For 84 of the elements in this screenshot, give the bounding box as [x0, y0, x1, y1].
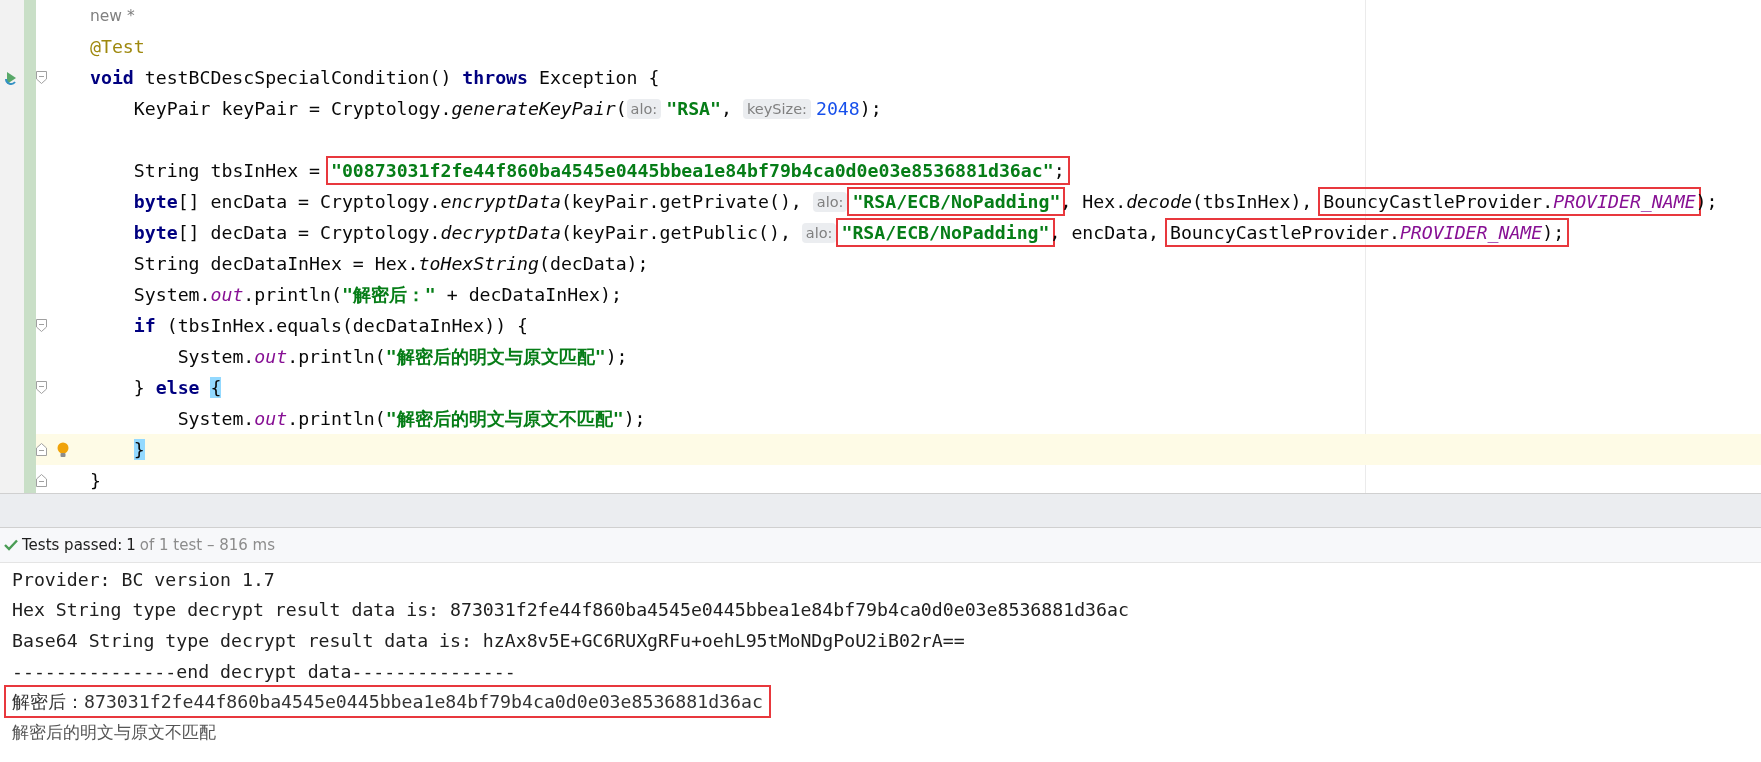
keyword: byte	[133, 191, 178, 212]
console-line: Hex String type decrypt result data is: 873031f2fe44f860ba4545e0445bbea1e84bf79b4ca0d0e03e8536881d36ac	[11, 598, 1130, 623]
keyword: if	[133, 315, 156, 336]
field-name: out	[254, 346, 288, 367]
code-text: KeyPair keyPair = Cryptology.	[133, 98, 452, 119]
code-text: .println(	[287, 346, 386, 367]
code-vision-hint: new *	[90, 6, 135, 25]
console-line: Base64 String type decrypt result data is: hzAx8v5E+GC6RUXgRFu+oehL95tMoNDgPoU2iB02rA==	[11, 629, 966, 653]
test-count: 1	[126, 536, 136, 554]
keyword: byte	[133, 222, 178, 243]
code-text: [] encData = Cryptology.	[177, 191, 441, 212]
console-line: ---------------end decrypt data---------------	[11, 659, 517, 684]
code-text: );	[605, 346, 628, 367]
keyword: else	[155, 377, 200, 398]
fold-marker-icon[interactable]	[36, 71, 47, 84]
check-icon	[4, 539, 18, 551]
field-name: out	[210, 284, 244, 305]
field-name: out	[254, 408, 288, 429]
bulb-icon[interactable]	[57, 441, 69, 458]
code-text: testBCDescSpecialCondition()	[143, 67, 453, 88]
matched-brace: }	[133, 439, 145, 460]
method-name: decryptData	[440, 222, 561, 243]
code-text: System.	[177, 408, 255, 429]
method-name: decode	[1126, 191, 1192, 212]
code-text: }	[133, 377, 146, 398]
field-name: PROVIDER_NAME	[1399, 222, 1543, 243]
number-literal: 2048	[815, 98, 860, 119]
code-text: }	[90, 470, 101, 491]
gutter-strip	[0, 465, 24, 493]
method-name: generateKeyPair	[451, 98, 616, 119]
run-test-icon[interactable]	[5, 69, 19, 86]
code-text: System.	[133, 284, 211, 305]
code-text: BouncyCastleProvider.	[1323, 191, 1554, 212]
code-text: BouncyCastleProvider.	[1169, 222, 1400, 243]
keyword: void	[90, 67, 134, 88]
matched-brace: {	[210, 377, 222, 398]
parameter-hint: alo:	[801, 222, 837, 243]
code-text: .println(	[243, 284, 342, 305]
string-literal: "RSA"	[666, 98, 721, 119]
code-text: System.	[177, 346, 255, 367]
method-name: encryptData	[440, 191, 561, 212]
code-text: );	[859, 98, 882, 119]
code-text: ,	[721, 98, 733, 119]
code-text: [] decData = Cryptology.	[177, 222, 441, 243]
code-text: );	[623, 408, 646, 429]
fold-marker-icon[interactable]	[36, 319, 47, 332]
annotation: @Test	[90, 36, 145, 57]
fold-marker-icon[interactable]	[36, 443, 47, 456]
code-text: (keyPair.getPrivate(),	[560, 191, 803, 212]
method-name: toHexString	[418, 253, 539, 274]
fold-marker-icon[interactable]	[36, 474, 47, 487]
gutter-strip	[0, 0, 24, 31]
keyword: throws	[462, 67, 528, 88]
code-text: String decDataInHex = Hex.	[133, 253, 419, 274]
field-name: PROVIDER_NAME	[1553, 191, 1696, 212]
string-literal: "RSA/ECB/NoPadding"	[841, 222, 1050, 243]
change-marker-bar	[24, 465, 36, 493]
fold-marker-icon[interactable]	[36, 381, 47, 394]
console-line: Provider: BC version 1.7	[11, 567, 276, 592]
parameter-hint: keySize:	[742, 98, 811, 119]
parameter-hint: alo:	[626, 98, 662, 119]
string-literal: "00873031f2fe44f860ba4545e0445bbea1e84bf79b4ca0d0e03e8536881d36ac"	[330, 160, 1054, 181]
status-label: Tests passed:	[22, 536, 123, 554]
code-text: , encData,	[1049, 222, 1160, 243]
console-line: 解密后的明文与原文不匹配	[11, 720, 217, 744]
string-literal: "RSA/ECB/NoPadding"	[852, 191, 1061, 212]
code-text: String tbsInHex =	[133, 160, 321, 181]
code-text: + decDataInHex);	[445, 284, 622, 305]
code-text: (tbsInHex.equals(decDataInHex)) {	[165, 315, 529, 336]
code-text: ;	[1053, 160, 1065, 181]
code-text: Exception {	[537, 67, 660, 88]
code-text: (decData);	[539, 253, 649, 274]
code-text: );	[1542, 222, 1565, 243]
change-marker-bar	[24, 0, 36, 31]
parameter-hint: alo:	[812, 191, 848, 212]
string-literal: "解密后的明文与原文不匹配"	[385, 407, 624, 431]
code-text: (	[615, 98, 627, 119]
code-text: .println(	[287, 408, 386, 429]
code-text: (tbsInHex),	[1191, 191, 1314, 212]
string-literal: "解密后："	[341, 283, 436, 307]
code-text: (keyPair.getPublic(),	[560, 222, 792, 243]
string-literal: "解密后的明文与原文匹配"	[385, 345, 606, 369]
test-summary: of 1 test – 816 ms	[139, 536, 276, 554]
code-text: , Hex.	[1060, 191, 1127, 212]
